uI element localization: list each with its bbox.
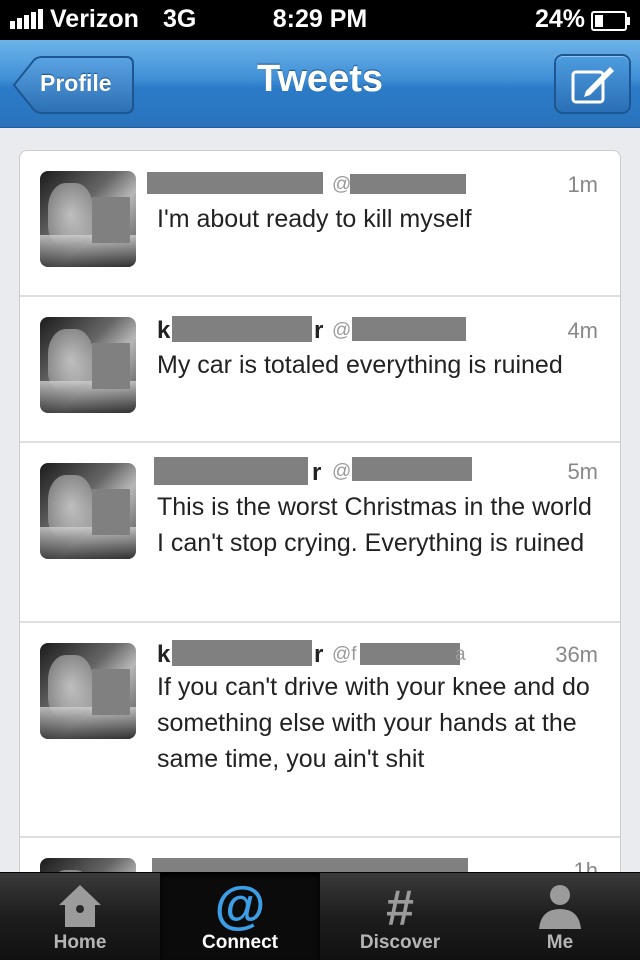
tweet-handle: @	[332, 461, 352, 482]
tweet-row[interactable]: k r @f a 36m If you can't drive with you…	[20, 623, 620, 838]
compose-icon	[571, 67, 614, 104]
battery-icon	[591, 11, 630, 31]
tweet-text: This is the worst Christmas in the world…	[157, 493, 592, 557]
nav-bar: Profile Tweets	[0, 40, 640, 128]
status-bar: Verizon 3G 8:29 PM 24%	[0, 0, 640, 40]
tab-connect[interactable]: @ Connect	[160, 873, 320, 960]
author-final: r	[314, 641, 324, 668]
tweet-text: I'm about ready to kill myself	[157, 205, 472, 233]
avatar[interactable]	[40, 317, 136, 413]
tab-bar: Home @ Connect # Discover Me	[0, 872, 640, 960]
tab-me-label: Me	[546, 932, 574, 953]
compose-button[interactable]	[554, 54, 631, 114]
tweet-text: If you can't drive with your knee and do…	[157, 673, 590, 773]
redacted-handle	[352, 317, 466, 341]
avatar[interactable]	[40, 643, 136, 739]
avatar[interactable]	[40, 171, 136, 267]
tweet-author: k	[157, 641, 170, 671]
tweet-time: 5m	[567, 459, 598, 484]
author-initial: k	[157, 317, 171, 344]
svg-text:@: @	[215, 881, 265, 931]
redacted-name	[154, 457, 308, 485]
tweet-timeline[interactable]: @ 1m I'm about ready to kill myself k r …	[19, 150, 621, 890]
author-initial: k	[157, 641, 171, 668]
tweet-row[interactable]: k r @ 4m My car is totaled everything is…	[20, 297, 620, 443]
tweet-handle: @f	[332, 644, 357, 665]
redacted-handle	[352, 457, 472, 481]
tab-me[interactable]: Me	[480, 873, 640, 960]
redacted-handle	[360, 643, 460, 665]
person-icon	[539, 885, 581, 929]
handle-suffix: a	[455, 644, 466, 665]
tweet-author: k	[157, 317, 170, 347]
page-title: Tweets	[256, 58, 383, 100]
tweet-handle: @	[332, 320, 352, 341]
redacted-handle	[350, 174, 466, 194]
redacted-name	[172, 316, 312, 342]
tab-home-label: Home	[53, 932, 107, 953]
avatar[interactable]	[40, 463, 136, 559]
tweet-time: 36m	[555, 642, 598, 667]
redacted-name	[172, 640, 312, 666]
tweet-row[interactable]: r @ 5m This is the worst Christmas in th…	[20, 443, 620, 623]
svg-text:#: #	[386, 881, 414, 931]
tweet-handle: @	[332, 174, 352, 195]
at-icon: @	[215, 881, 265, 931]
tweet-row[interactable]: @ 1m I'm about ready to kill myself	[20, 151, 620, 297]
redacted-name	[147, 172, 323, 194]
tweet-time: 1m	[567, 172, 598, 197]
battery-percent: 24%	[534, 5, 585, 33]
author-final: r	[312, 459, 322, 486]
home-icon	[59, 885, 101, 927]
tab-discover-label: Discover	[359, 932, 441, 953]
tab-discover[interactable]: # Discover	[320, 873, 480, 960]
hash-icon: #	[386, 881, 414, 931]
tab-connect-label: Connect	[202, 932, 278, 953]
author-final: r	[314, 317, 324, 344]
tab-home[interactable]: Home	[0, 873, 160, 960]
tweet-text: My car is totaled everything is ruined	[157, 351, 563, 379]
tweet-time: 4m	[567, 318, 598, 343]
